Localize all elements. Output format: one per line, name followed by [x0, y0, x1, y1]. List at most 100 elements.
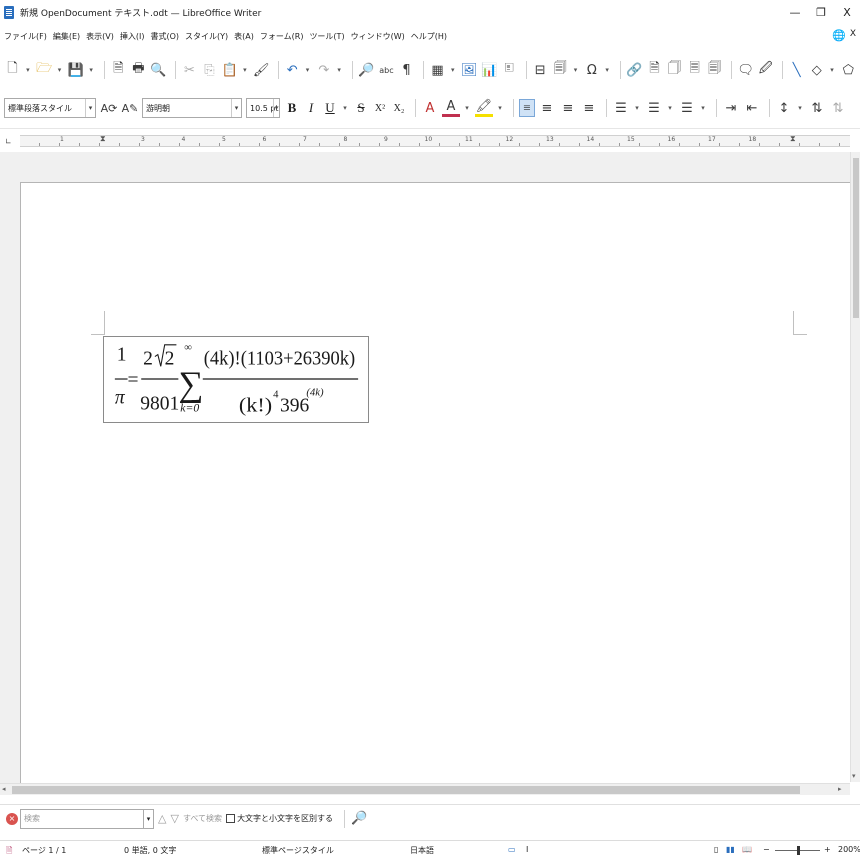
close-find-icon[interactable]: × — [6, 812, 18, 825]
menu-tools[interactable]: ツール(T) — [309, 31, 344, 42]
outline-icon[interactable]: ☰ — [678, 99, 696, 117]
font-color-icon[interactable]: A — [442, 99, 460, 117]
right-indent-marker-icon[interactable]: ⧗ — [790, 134, 796, 144]
tab-stop-selector-icon[interactable]: ∟ — [5, 137, 12, 146]
redo-icon[interactable]: ↷ — [315, 61, 332, 79]
open-folder-icon[interactable]: 🗁 — [36, 61, 53, 79]
decrease-paragraph-spacing-icon[interactable]: ⇅ — [829, 99, 847, 117]
close-window-button[interactable]: X — [834, 0, 860, 24]
find-input[interactable]: 検索 — [20, 808, 144, 829]
line-spacing-dropdown-icon[interactable]: ▾ — [796, 99, 804, 117]
shapes-dropdown-icon[interactable]: ▾ — [828, 61, 836, 79]
find-previous-icon[interactable]: △ — [158, 812, 166, 825]
formatting-marks-icon[interactable]: ¶ — [398, 61, 415, 79]
superscript-button[interactable]: X² — [372, 99, 388, 117]
font-color-dropdown-icon[interactable]: ▾ — [463, 99, 471, 117]
restore-button[interactable]: ❐ — [808, 0, 834, 24]
draw-functions-icon[interactable]: ⬠ — [840, 61, 857, 79]
undo-dropdown-icon[interactable]: ▾ — [304, 61, 312, 79]
find-next-icon[interactable]: ▽ — [170, 812, 178, 825]
special-char-dropdown-icon[interactable]: ▾ — [603, 61, 611, 79]
field-dropdown-icon[interactable]: ▾ — [572, 61, 580, 79]
menu-file[interactable]: ファイル(F) — [4, 31, 47, 42]
paste-dropdown-icon[interactable]: ▾ — [241, 61, 249, 79]
page-style[interactable]: 標準ページスタイル — [262, 845, 334, 856]
spelling-icon[interactable]: abc — [378, 61, 395, 79]
font-size-box[interactable]: 10.5 pt ▾ — [246, 98, 280, 118]
paragraph-style-box[interactable]: 標準段落スタイル ▾ — [4, 98, 96, 118]
subscript-button[interactable]: X₂ — [391, 99, 407, 117]
word-count[interactable]: 0 単語, 0 文字 — [124, 845, 176, 856]
endnote-icon[interactable]: 🗍 — [666, 61, 683, 79]
menu-table[interactable]: 表(A) — [234, 31, 254, 42]
zoom-level[interactable]: 200% — [838, 845, 860, 854]
numbering-dropdown-icon[interactable]: ▾ — [666, 99, 674, 117]
menu-insert[interactable]: 挿入(I) — [120, 31, 145, 42]
page-count[interactable]: ページ 1 / 1 — [22, 845, 66, 856]
insert-textbox-icon[interactable]: 🗉 — [501, 61, 518, 79]
bullets-dropdown-icon[interactable]: ▾ — [633, 99, 641, 117]
menu-format[interactable]: 書式(O) — [150, 31, 179, 42]
line-spacing-icon[interactable]: ↕ — [775, 99, 793, 117]
increase-paragraph-spacing-icon[interactable]: ⇅ — [808, 99, 826, 117]
print-preview-icon[interactable]: 🔍 — [150, 61, 167, 79]
open-dropdown-icon[interactable]: ▾ — [56, 61, 64, 79]
update-style-icon[interactable]: A⟳ — [100, 99, 118, 117]
decrease-indent-icon[interactable]: ⇤ — [743, 99, 761, 117]
underline-button[interactable]: U — [322, 99, 338, 117]
bullets-icon[interactable]: ☰ — [612, 99, 630, 117]
multi-page-view-icon[interactable]: ▮▮ — [726, 845, 735, 854]
horizontal-scrollbar[interactable]: ◂ ▸ — [0, 783, 850, 795]
insert-table-icon[interactable]: ▦ — [429, 61, 446, 79]
highlight-dropdown-icon[interactable]: ▾ — [496, 99, 504, 117]
new-document-icon[interactable]: 🗋 — [4, 61, 21, 79]
strikethrough-button[interactable]: S — [353, 99, 369, 117]
align-center-icon[interactable]: ≡ — [538, 99, 556, 117]
copy-icon[interactable]: ⎘ — [201, 61, 218, 79]
font-name-box[interactable]: 游明朝 ▾ — [142, 98, 242, 118]
print-icon[interactable]: 🖶 — [130, 61, 147, 79]
menu-window[interactable]: ウィンドウ(W) — [351, 31, 405, 42]
save-icon[interactable]: 💾 — [67, 61, 84, 79]
selection-mode-icon[interactable]: ▭ — [508, 845, 516, 854]
zoom-out-icon[interactable]: − — [763, 845, 770, 854]
horizontal-ruler[interactable]: ⧗ ⧗ 1 2 3 4 5 6 7 8 9 10 11 12 13 14 15 16 17 18 — [20, 134, 850, 147]
clear-formatting-icon[interactable]: A — [421, 99, 439, 117]
bold-button[interactable]: B — [284, 99, 300, 117]
horizontal-scroll-thumb[interactable] — [12, 786, 800, 794]
book-view-icon[interactable]: 📖 — [742, 845, 752, 854]
globe-icon[interactable]: 🌐 — [832, 29, 846, 42]
new-dropdown-icon[interactable]: ▾ — [24, 61, 32, 79]
zoom-in-icon[interactable]: + — [824, 845, 831, 854]
zoom-slider-knob[interactable] — [797, 846, 800, 855]
chevron-down-icon[interactable]: ▾ — [231, 99, 241, 117]
minimize-button[interactable]: — — [782, 0, 808, 24]
scroll-left-icon[interactable]: ◂ — [2, 785, 6, 793]
insert-page-break-icon[interactable]: ⊟ — [532, 61, 549, 79]
underline-dropdown-icon[interactable]: ▾ — [341, 99, 349, 117]
line-icon[interactable]: ╲ — [788, 61, 805, 79]
insert-image-icon[interactable]: 🖼 — [461, 61, 478, 79]
justify-icon[interactable]: ≡ — [580, 99, 598, 117]
new-style-icon[interactable]: A✎ — [121, 99, 139, 117]
footnote-icon[interactable]: 🗎 — [646, 61, 663, 79]
export-pdf-icon[interactable]: 🗎 — [110, 61, 127, 79]
align-right-icon[interactable]: ≡ — [559, 99, 577, 117]
undo-icon[interactable]: ↶ — [284, 61, 301, 79]
clone-formatting-icon[interactable]: 🖌 — [253, 61, 270, 79]
single-page-view-icon[interactable]: ▯ — [714, 845, 718, 854]
formula-object[interactable]: 1 π = 2 2 9801 ∞ ∑ k=0 (4k)!(1103+26390k… — [103, 336, 369, 423]
vertical-scroll-thumb[interactable] — [853, 158, 859, 318]
chevron-down-icon[interactable]: ▾ — [273, 99, 279, 117]
hyperlink-icon[interactable]: 🔗 — [626, 61, 643, 79]
scroll-down-icon[interactable]: ▾ — [852, 772, 856, 780]
increase-indent-icon[interactable]: ⇥ — [722, 99, 740, 117]
save-dropdown-icon[interactable]: ▾ — [87, 61, 95, 79]
find-replace-icon[interactable]: 🔎 — [358, 61, 375, 79]
table-dropdown-icon[interactable]: ▾ — [449, 61, 457, 79]
find-replace-dialog-icon[interactable]: 🔎 — [350, 810, 368, 828]
menu-help[interactable]: ヘルプ(H) — [411, 31, 447, 42]
insert-field-icon[interactable]: 🗐 — [552, 61, 569, 79]
menu-styles[interactable]: スタイル(Y) — [185, 31, 228, 42]
match-case-checkbox[interactable] — [226, 814, 236, 823]
